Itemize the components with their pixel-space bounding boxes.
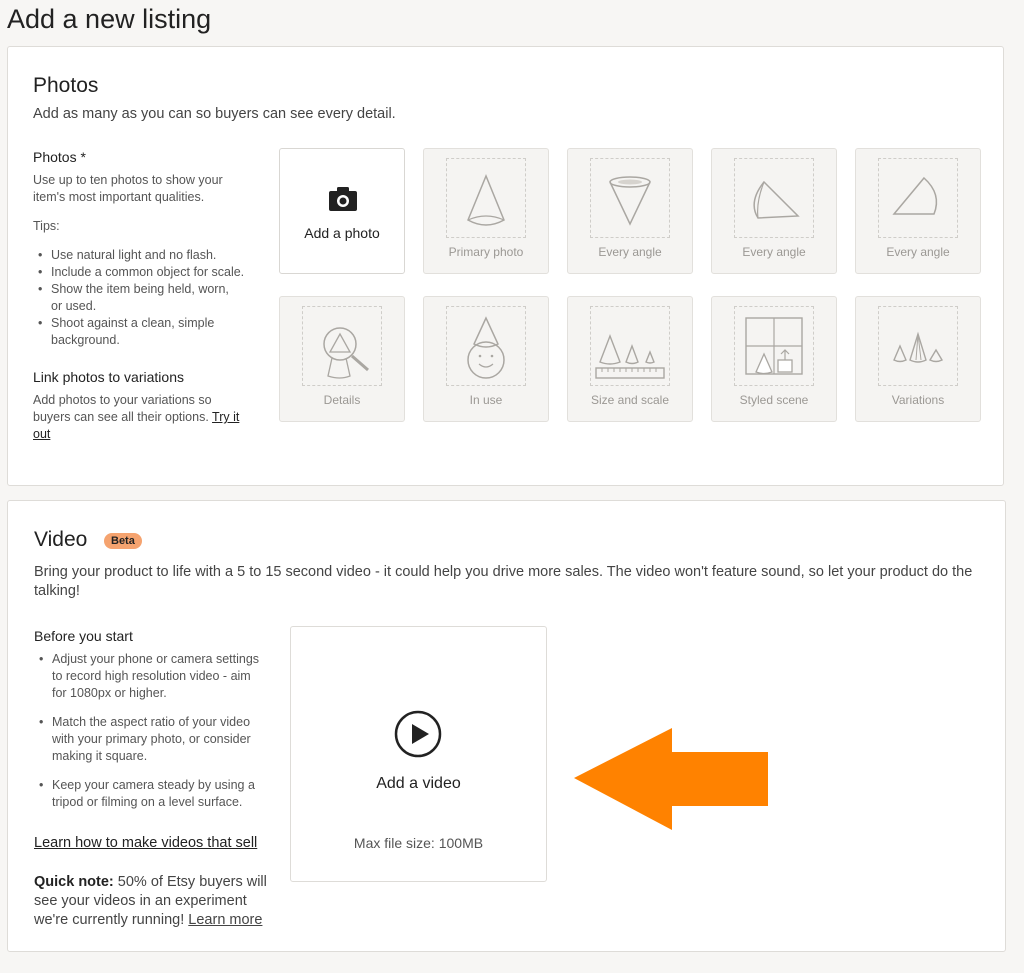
tips-list: Use natural light and no flash. Include … bbox=[33, 247, 253, 349]
learn-more-link[interactable]: Learn more bbox=[188, 912, 262, 928]
page-title: Add a new listing bbox=[7, 4, 212, 34]
ruler-cones-icon bbox=[595, 334, 665, 379]
photos-description: Add as many as you can so buyers can see… bbox=[33, 106, 396, 122]
photo-slot-size-scale[interactable]: Size and scale bbox=[567, 296, 693, 422]
photo-slot-details[interactable]: Details bbox=[279, 296, 405, 422]
photo-slot-angle-1[interactable]: Every angle bbox=[567, 148, 693, 274]
photos-heading: Photos * bbox=[33, 149, 86, 165]
video-description: Bring your product to life with a 5 to 1… bbox=[34, 564, 973, 599]
annotation-arrow-icon bbox=[574, 728, 768, 830]
photo-slot-variations[interactable]: Variations bbox=[855, 296, 981, 422]
tile-caption: Every angle bbox=[598, 245, 662, 259]
video-tip-item: Keep your camera steady by using atripod… bbox=[34, 777, 274, 811]
link-variations-heading: Link photos to variations bbox=[33, 369, 184, 385]
inverted-cone-icon bbox=[609, 176, 651, 226]
tip-item: Shoot against a clean, simplebackground. bbox=[33, 315, 253, 349]
add-video-button[interactable]: Add a video Max file size: 100MB bbox=[290, 626, 547, 882]
add-photo-button[interactable]: Add a photo bbox=[279, 148, 405, 274]
tip-item: Use natural light and no flash. bbox=[33, 247, 253, 264]
tile-caption: Primary photo bbox=[448, 245, 524, 259]
photos-section: Photos Add as many as you can so buyers … bbox=[7, 46, 1004, 486]
link-variations-text: Add photos to your variations so buyers … bbox=[33, 393, 240, 441]
video-tip-item: Adjust your phone or camera settingsto r… bbox=[34, 651, 274, 702]
tile-caption: Size and scale bbox=[590, 393, 670, 407]
three-cones-icon bbox=[893, 331, 943, 363]
photos-title: Photos bbox=[33, 74, 99, 97]
photo-slot-primary[interactable]: Primary photo bbox=[423, 148, 549, 274]
try-it-out-link[interactable]: Try it bbox=[212, 410, 239, 424]
before-you-start: Before you start Adjust your phone or ca… bbox=[34, 628, 274, 811]
video-tip-item: Match the aspect ratio of your videowith… bbox=[34, 714, 274, 765]
tilted-cone-icon bbox=[753, 180, 800, 219]
beta-badge: Beta bbox=[104, 533, 142, 549]
tips-label: Tips: bbox=[33, 219, 60, 233]
photo-slot-angle-3[interactable]: Every angle bbox=[855, 148, 981, 274]
quick-note: Quick note: 50% of Etsy buyers will see … bbox=[34, 874, 267, 928]
tile-caption: Every angle bbox=[886, 245, 950, 259]
video-section: Video Beta Bring your product to life wi… bbox=[7, 500, 1006, 952]
tile-caption: In use bbox=[469, 393, 503, 407]
add-video-label: Add a video bbox=[376, 775, 461, 792]
photo-slot-angle-2[interactable]: Every angle bbox=[711, 148, 837, 274]
tip-item: Include a common object for scale. bbox=[33, 264, 253, 281]
tip-item: Show the item being held, worn,or used. bbox=[33, 281, 253, 315]
max-file-size: Max file size: 100MB bbox=[353, 835, 484, 851]
try-it-out-link-cont[interactable]: out bbox=[33, 427, 50, 441]
side-cone-icon bbox=[892, 176, 938, 215]
tile-caption: Details bbox=[323, 393, 361, 407]
video-tips-list: Adjust your phone or camera settingsto r… bbox=[34, 651, 274, 811]
tile-caption: Every angle bbox=[742, 245, 806, 259]
play-icon bbox=[394, 710, 442, 758]
tile-caption: Variations bbox=[891, 393, 945, 407]
video-title: Video bbox=[34, 528, 88, 551]
tile-caption: Styled scene bbox=[739, 393, 809, 407]
camera-icon bbox=[329, 187, 357, 211]
person-cone-hat-icon bbox=[467, 316, 505, 379]
before-heading: Before you start bbox=[34, 628, 133, 644]
photo-slot-styled-scene[interactable]: Styled scene bbox=[711, 296, 837, 422]
photos-intro: Use up to ten photos to show your item's… bbox=[33, 173, 223, 204]
learn-videos-link[interactable]: Learn how to make videos that sell bbox=[34, 835, 257, 851]
cone-icon bbox=[467, 174, 505, 226]
photos-sidebar: Photos * Use up to ten photos to show yo… bbox=[33, 149, 253, 443]
window-scene-icon bbox=[745, 317, 803, 375]
magnifier-icon bbox=[323, 327, 369, 379]
add-photo-label: Add a photo bbox=[304, 225, 380, 241]
photo-slot-in-use[interactable]: In use bbox=[423, 296, 549, 422]
